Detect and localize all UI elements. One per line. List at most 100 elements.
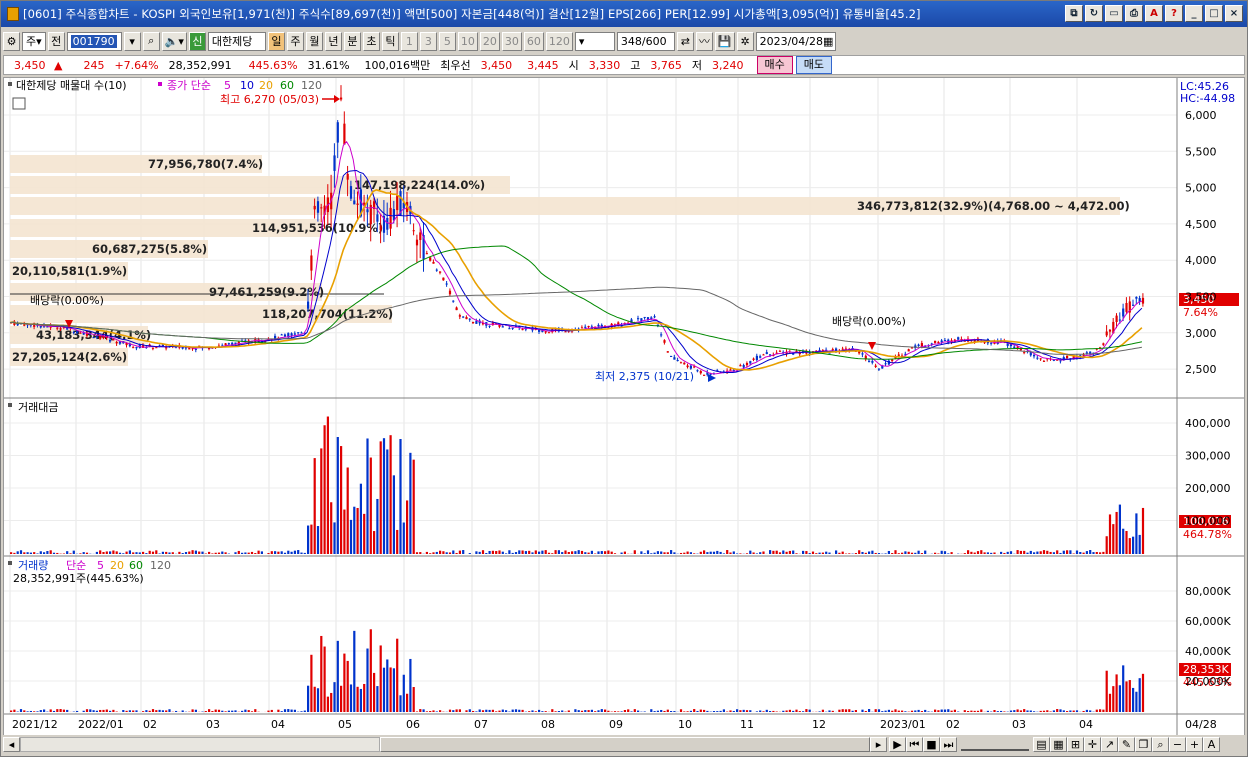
date-input[interactable]: 2023/04/28 ▦ [755, 31, 836, 51]
tab-minute[interactable]: 분 [343, 31, 361, 51]
amount-bar [716, 550, 719, 554]
amount-panel-title[interactable]: 거래대금 [18, 401, 58, 414]
amount-bar [158, 553, 161, 554]
interval-120[interactable]: 120 [545, 31, 573, 51]
volume-bar [277, 709, 280, 712]
print-icon[interactable]: ⎙ [1125, 5, 1143, 22]
draw-icon[interactable]: ✎ [1118, 737, 1135, 752]
amount-bar [52, 552, 56, 554]
scroll-track[interactable] [20, 737, 380, 752]
maximize-button[interactable]: □ [1205, 5, 1223, 22]
period-select[interactable]: 주 ▾ [22, 31, 46, 51]
amount-bar [580, 550, 584, 554]
tab-year[interactable]: 년 [324, 31, 342, 51]
volume-bar [551, 709, 554, 712]
amount-bar [986, 552, 989, 554]
tab-tick[interactable]: 틱 [381, 31, 399, 51]
price-legend-ma[interactable]: 종가 단순 [167, 79, 211, 92]
scroll-chart-icon[interactable]: ⇄ [676, 31, 694, 51]
link-icon[interactable]: ⧉ [1065, 5, 1083, 22]
volume-bar [980, 709, 983, 712]
window-icon[interactable]: ▭ [1105, 5, 1123, 22]
interval-3[interactable]: 3 [419, 31, 437, 51]
tab-month[interactable]: 월 [305, 31, 323, 51]
help-icon[interactable]: ? [1165, 5, 1183, 22]
amount-bar [610, 551, 613, 554]
prev-button[interactable]: 전 [47, 31, 65, 51]
save-icon[interactable]: 💾 [714, 31, 735, 51]
grid-table-icon[interactable] [12, 97, 26, 110]
cross-icon[interactable]: ✛ [1084, 737, 1101, 752]
amount-bar [1099, 552, 1102, 554]
profile-label: 346,773,812(32.9%)(4,768.00 ~ 4,472.00) [857, 199, 1130, 213]
interval-20[interactable]: 20 [479, 31, 500, 51]
chart-area[interactable]: 77,956,780(7.4%) 147,198,224(14.0%) 346,77… [3, 77, 1245, 737]
config-icon[interactable]: ✲ [736, 31, 754, 51]
amount-bar [782, 550, 785, 554]
line-chart-icon[interactable]: 〰 [695, 31, 713, 51]
tab-week[interactable]: 주 [286, 31, 304, 51]
amount-bar [501, 551, 504, 554]
high-label: 고 [630, 59, 641, 72]
volume-bar [653, 711, 656, 712]
amount-bar [590, 550, 593, 554]
count-input[interactable]: 348/600 [616, 31, 675, 51]
volume-bar [386, 659, 389, 712]
fast-forward-button[interactable]: ⏭ [940, 737, 957, 752]
best-bid-label: 최우선 [440, 59, 471, 72]
rewind-button[interactable]: ⏮ [906, 737, 923, 752]
candle-body [653, 316, 656, 318]
amount-bar [689, 552, 692, 554]
buy-button[interactable]: 매수 [756, 56, 793, 74]
plus-icon[interactable]: + [1186, 737, 1203, 752]
interval-1[interactable]: 1 [400, 31, 418, 51]
tile-icon[interactable]: ⊞ [1067, 737, 1084, 752]
settings-icon[interactable]: ⚙ [3, 31, 20, 51]
scroll-thumb[interactable] [380, 737, 870, 752]
copy-icon[interactable]: ❐ [1135, 737, 1152, 752]
price-legend-name[interactable]: 대한제당 매물대 수(10) [16, 79, 127, 92]
interval-60[interactable]: 60 [523, 31, 544, 51]
dropdown-icon[interactable]: ▾ [123, 31, 141, 51]
minimize-button[interactable]: _ [1185, 5, 1203, 22]
trend-icon[interactable]: ↗ [1101, 737, 1118, 752]
tab-day[interactable]: 일 [267, 31, 285, 51]
tab-second[interactable]: 초 [362, 31, 380, 51]
volume-bar [151, 709, 155, 712]
x-axis-label: 04 [271, 718, 285, 731]
volume-bar [155, 710, 158, 712]
close-button[interactable]: × [1225, 5, 1243, 22]
compare-icon[interactable]: ▦ [1050, 737, 1067, 752]
zoom-icon[interactable]: ⌕ [1152, 737, 1169, 752]
amount-bar [947, 553, 950, 554]
layout-icon[interactable]: ▤ [1033, 737, 1050, 752]
scroll-right-button[interactable]: ▸ [870, 737, 887, 752]
sell-button[interactable]: 매도 [795, 56, 833, 74]
minus-icon[interactable]: − [1169, 737, 1186, 752]
search-icon[interactable]: ⌕ [142, 31, 160, 51]
interval-30[interactable]: 30 [501, 31, 522, 51]
interval-5[interactable]: 5 [438, 31, 456, 51]
stop-button[interactable]: ■ [923, 737, 940, 752]
interval-10[interactable]: 10 [457, 31, 478, 51]
stock-code-input[interactable]: 001790 [66, 31, 122, 51]
volume-panel-title[interactable]: 거래량 [18, 559, 48, 572]
amount-bar [475, 551, 478, 554]
volume-bar [1026, 710, 1029, 712]
zoom-slider[interactable] [961, 738, 1029, 751]
volume-bar [498, 710, 501, 712]
volume-bar [432, 710, 435, 712]
interval-input[interactable]: ▾ [574, 31, 615, 51]
amount-bar [488, 550, 491, 554]
candle-body [392, 209, 395, 221]
scroll-left-button[interactable]: ◂ [3, 737, 20, 752]
amount-bar [739, 553, 742, 554]
refresh-icon[interactable]: ↻ [1085, 5, 1103, 22]
play-back-button[interactable]: ▶ [889, 737, 906, 752]
volume-bar [534, 711, 537, 712]
speaker-icon[interactable]: 🔈▾ [161, 31, 187, 51]
ma-period-5: 5 [224, 79, 231, 92]
text-a-icon[interactable]: A [1203, 737, 1220, 752]
candle-body [679, 362, 683, 364]
font-icon[interactable]: A [1145, 5, 1163, 22]
